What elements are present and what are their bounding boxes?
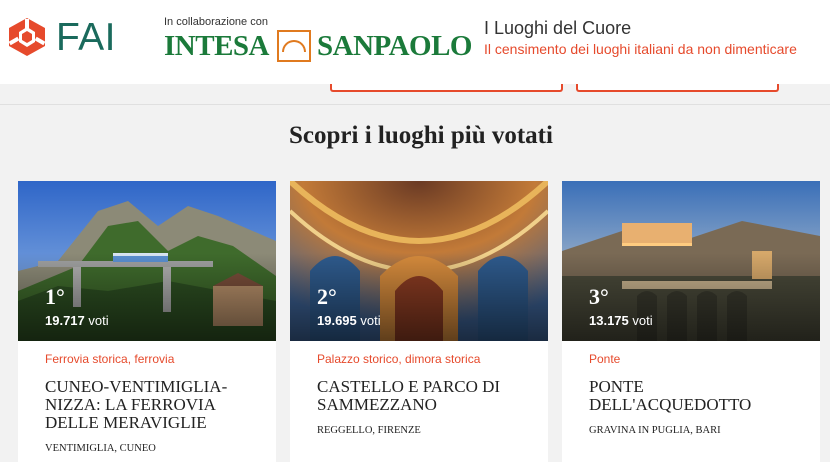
rank-label: 2° — [317, 284, 337, 309]
votes-count: 13.175 voti — [589, 313, 653, 328]
place-category: Ferrovia storica, ferrovia — [45, 352, 175, 366]
intesa-sanpaolo-logo[interactable]: INTESA SANPAOLO — [164, 30, 472, 62]
rank-label: 1° — [45, 284, 65, 309]
votes-count: 19.717 voti — [45, 313, 109, 328]
bridge-mark-icon — [277, 30, 311, 62]
rank-label: 3° — [589, 284, 609, 309]
site-header: FAI In collaborazione con INTESA SANPAOL… — [0, 0, 830, 84]
place-category: Palazzo storico, dimora storica — [317, 352, 481, 366]
place-name[interactable]: PONTE DELL'ACQUEDOTTO — [589, 378, 804, 414]
place-card[interactable]: 2° 19.695 voti Palazzo storico, dimora s… — [290, 181, 548, 462]
place-location: GRAVINA IN PUGLIA, BARI — [589, 425, 721, 436]
campaign-title[interactable]: I Luoghi del Cuore — [484, 18, 631, 39]
partner-word-right: SANPAOLO — [317, 29, 472, 62]
place-name[interactable]: CASTELLO E PARCO DI SAMMEZZANO — [317, 378, 532, 414]
place-name[interactable]: CUNEO-VENTIMIGLIA-NIZZA: LA FERROVIA DEL… — [45, 378, 260, 432]
section-title: Scopri i luoghi più votati — [289, 122, 553, 149]
header-button-right[interactable] — [576, 84, 779, 92]
partner-word-left: INTESA — [164, 29, 270, 62]
place-card[interactable]: 1° 19.717 voti Ferrovia storica, ferrovi… — [18, 181, 276, 462]
fai-logo-text: FAI — [56, 15, 117, 59]
votes-count: 19.695 voti — [317, 313, 381, 328]
fai-emblem-icon — [8, 18, 46, 56]
place-category: Ponte — [589, 352, 621, 366]
collab-label: In collaborazione con — [164, 16, 268, 28]
header-divider — [0, 104, 830, 105]
header-button-left[interactable] — [330, 84, 563, 92]
place-card[interactable]: 3° 13.175 voti Ponte PONTE DELL'ACQUEDOT… — [562, 181, 820, 462]
place-location: REGGELLO, FIRENZE — [317, 425, 421, 436]
place-location: VENTIMIGLIA, CUNEO — [45, 443, 156, 454]
campaign-subtitle: Il censimento dei luoghi italiani da non… — [484, 41, 797, 57]
fai-logo[interactable]: FAI — [7, 17, 116, 57]
